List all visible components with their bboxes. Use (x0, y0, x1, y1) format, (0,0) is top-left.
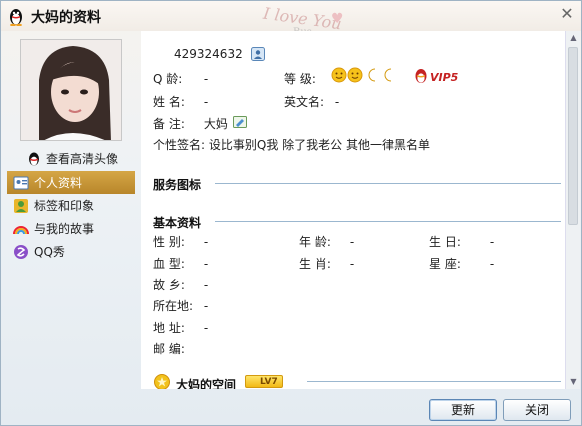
birthday-value: - (489, 235, 495, 249)
contact-card-icon[interactable] (251, 47, 265, 61)
avatar-photo (21, 40, 121, 140)
gender-row: 性 别: - (153, 233, 208, 250)
section-service-icons: 服务图标 (153, 178, 202, 192)
age-row: 年 龄: - (299, 233, 354, 250)
remark-row: 备 注: 大妈 (153, 115, 228, 132)
tag-person-icon (14, 198, 28, 213)
constellation-value: - (489, 257, 495, 271)
name-row: 姓 名: - (153, 93, 208, 110)
birthday-row: 生 日: - (429, 233, 494, 250)
zodiac-row: 生 肖: - (299, 255, 354, 272)
qq-age-row: Q 龄: - (153, 70, 208, 87)
profile-card-icon (13, 176, 29, 189)
remark-label: 备 注: (153, 117, 185, 131)
qq-age-label: Q 龄: (153, 72, 183, 86)
sidebar-item-story[interactable]: 与我的故事 (7, 217, 135, 240)
sidebar-item-tags[interactable]: 标签和印象 (7, 194, 135, 217)
heart-icon: ♥ (331, 11, 344, 27)
vip-badge[interactable]: VIP5 (430, 71, 458, 84)
signature-label: 个性签名: (153, 138, 206, 152)
zodiac-value: - (349, 257, 355, 271)
remark-value: 大妈 (203, 117, 228, 131)
section-divider (215, 183, 561, 184)
qq-number-row: 429324632 (174, 47, 243, 61)
hometown-value: - (203, 278, 209, 292)
qzone-star-icon (154, 374, 170, 389)
age-label: 年 龄: (299, 235, 331, 249)
zodiac-label: 生 肖: (299, 257, 331, 271)
section-divider (307, 381, 561, 382)
section-divider (215, 221, 561, 222)
sidebar-item-label: QQ秀 (34, 245, 65, 259)
address-label: 地 址: (153, 321, 185, 335)
scroll-down-icon[interactable]: ▼ (566, 375, 581, 389)
blood-type-row: 血 型: - (153, 255, 208, 272)
age-value: - (349, 235, 355, 249)
sidebar: 查看高清头像 个人资料 标签和印象 与我的故事 QQ秀 (1, 31, 141, 425)
english-name-row: 英文名: - (284, 93, 339, 110)
qq-penguin-icon (10, 9, 22, 26)
gender-value: - (203, 235, 209, 249)
address-value: - (203, 321, 209, 335)
level-icons (331, 67, 392, 83)
english-name-label: 英文名: (284, 95, 325, 109)
name-label: 姓 名: (153, 95, 185, 109)
location-label: 所在地: (153, 299, 194, 313)
hometown-row: 故 乡: - (153, 276, 208, 293)
postcode-row: 邮 编: (153, 340, 204, 357)
birthday-label: 生 日: (429, 235, 461, 249)
hometown-label: 故 乡: (153, 278, 185, 292)
name-value: - (203, 95, 209, 109)
button-bar: 更新 关闭 (1, 389, 581, 425)
vertical-scrollbar[interactable]: ▲ ▼ (565, 31, 580, 389)
sun-level-icon (347, 67, 363, 83)
profile-content: 429324632 Q 龄: - 等 级: VIP5 姓 名: - 英文名: -… (141, 31, 565, 389)
postcode-label: 邮 编: (153, 342, 185, 356)
sidebar-item-label: 个人资料 (34, 176, 83, 190)
avatar[interactable] (20, 39, 122, 141)
vip-penguin-icon[interactable] (413, 67, 429, 84)
close-icon[interactable]: ✕ (557, 5, 577, 23)
scroll-thumb[interactable] (568, 47, 578, 225)
qzone-level-badge: LV7 (245, 375, 283, 388)
section-qzone[interactable]: 大妈的空间 (176, 376, 236, 389)
profile-window: 大妈的资料 I love You Bus ♥ ✕ 查看高清 (0, 0, 582, 426)
constellation-row: 星 座: - (429, 255, 494, 272)
moon-level-icon (384, 68, 392, 82)
window-title: 大妈的资料 (31, 10, 101, 26)
level-row: 等 级: (284, 70, 331, 87)
blood-type-value: - (203, 257, 209, 271)
sidebar-nav: 个人资料 标签和印象 与我的故事 QQ秀 (7, 171, 135, 263)
edit-remark-icon[interactable] (233, 115, 247, 129)
location-row: 所在地: - (153, 297, 208, 314)
close-button[interactable]: 关闭 (503, 399, 571, 421)
sidebar-item-profile[interactable]: 个人资料 (7, 171, 135, 194)
title-bar[interactable]: 大妈的资料 I love You Bus ♥ ✕ (1, 1, 581, 38)
qq-age-value: - (203, 72, 209, 86)
qq-penguin-icon (29, 152, 39, 166)
scroll-up-icon[interactable]: ▲ (566, 31, 581, 45)
rainbow-icon (13, 225, 29, 234)
moon-level-icon (368, 68, 376, 82)
sidebar-item-label: 与我的故事 (34, 222, 95, 236)
sun-level-icon (331, 67, 347, 83)
sidebar-item-label: 标签和印象 (34, 199, 95, 213)
qqshow-icon (14, 244, 28, 259)
location-value: - (203, 299, 209, 313)
refresh-button[interactable]: 更新 (429, 399, 497, 421)
qq-number: 429324632 (174, 47, 243, 61)
english-name-value: - (334, 95, 340, 109)
address-row: 地 址: - (153, 319, 208, 336)
view-hd-avatar-link[interactable]: 查看高清头像 (26, 149, 118, 167)
view-hd-avatar-label: 查看高清头像 (46, 151, 119, 166)
blood-type-label: 血 型: (153, 257, 185, 271)
gender-label: 性 别: (153, 235, 185, 249)
signature-row: 个性签名: 设比事别Q我 除了我老公 其他一律黑名单 (153, 136, 430, 153)
sidebar-item-qqshow[interactable]: QQ秀 (7, 240, 135, 263)
signature-value: 设比事别Q我 除了我老公 其他一律黑名单 (208, 138, 430, 152)
level-label: 等 级: (284, 72, 316, 86)
constellation-label: 星 座: (429, 257, 461, 271)
section-basic-info: 基本资料 (153, 216, 202, 230)
